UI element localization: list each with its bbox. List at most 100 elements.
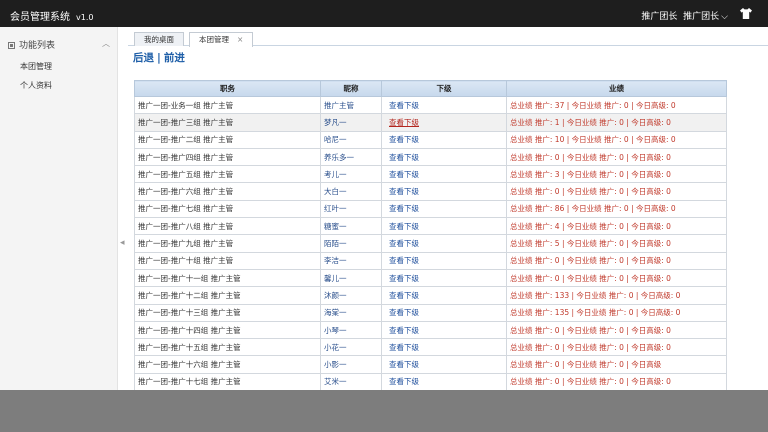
user-role-label: 推广团长	[641, 12, 678, 22]
view-subordinates-link[interactable]: 查看下级	[389, 274, 419, 283]
view-subordinates-link[interactable]: 查看下级	[389, 204, 419, 213]
view-subordinates-cell: 查看下级	[381, 303, 507, 322]
nickname-cell: 小影一	[320, 355, 382, 374]
collapse-sidebar-icon[interactable]: ◂	[120, 238, 126, 250]
view-subordinates-link[interactable]: 查看下级	[389, 170, 419, 179]
table-row: 推广一团-推广七组 推广主管 红叶一 查看下级 总业绩 推广: 86 | 今日业绩 推…	[134, 199, 727, 219]
sidebar: 功能列表 ︿ 本团管理 个人资料	[0, 27, 118, 390]
history-nav: 后退 | 前进	[133, 50, 185, 65]
role-cell: 推广一团-推广五组 推广主管	[138, 169, 234, 179]
view-subordinates-link[interactable]: 查看下级	[389, 135, 419, 144]
performance-cell: 总业绩 推广: 0 | 今日业绩 推广: 0 | 今日高级: 0	[510, 152, 671, 162]
role-cell: 推广一团-推广十一组 推广主管	[134, 268, 321, 288]
table-row: 推广一团-推广十七组 推广主管 艾米一 查看下级 总业绩 推广: 0 | 今日业绩 推…	[134, 372, 727, 392]
view-subordinates-link[interactable]: 查看下级	[389, 101, 419, 110]
nickname-cell: 梦凡一	[324, 117, 347, 127]
performance-cell: 总业绩 推广: 135 | 今日业绩 推广: 0 | 今日高级: 0	[510, 308, 681, 318]
view-subordinates-cell: 查看下级	[381, 268, 507, 288]
view-subordinates-cell: 查看下级	[381, 338, 507, 357]
role-cell: 推广一团-推广九组 推广主管	[134, 234, 321, 253]
user-dropdown-label: 推广团长	[683, 12, 720, 22]
nickname-cell: 大白一	[320, 182, 382, 201]
view-subordinates-link[interactable]: 查看下级	[389, 222, 419, 231]
sidebar-heading[interactable]: 功能列表 ︿	[8, 38, 112, 52]
forward-link[interactable]: 前进	[164, 52, 185, 64]
view-subordinates-cell: 查看下级	[381, 320, 507, 340]
performance-cell: 总业绩 推广: 0 | 今日业绩 推广: 0 | 今日高级: 0	[510, 325, 671, 335]
table-row: 推广一团-推广十一组 推广主管 馨儿一 查看下级 总业绩 推广: 0 | 今日业绩 推…	[134, 268, 727, 288]
nickname-cell: 沐颜一	[320, 286, 382, 305]
nickname-cell: 大白一	[324, 187, 347, 197]
performance-cell: 总业绩 推广: 0 | 今日业绩 推广: 0 | 今日高级: 0	[506, 372, 727, 392]
role-cell: 推广一团-推广十二组 推广主管	[138, 290, 241, 300]
table-row: 推广一团-推广十六组 推广主管 小影一 查看下级 总业绩 推广: 0 | 今日业绩 推…	[134, 355, 727, 374]
sidebar-item-team-management[interactable]: 本团管理	[20, 61, 52, 72]
nickname-cell: 红叶一	[320, 199, 382, 219]
nickname-cell: 沐颜一	[324, 290, 347, 300]
role-cell: 推广一团-推广七组 推广主管	[134, 199, 321, 219]
table-row: 推广一团-推广十五组 推广主管 小花一 查看下级 总业绩 推广: 0 | 今日业绩 推…	[134, 338, 727, 357]
role-cell: 推广一团-推广十七组 推广主管	[134, 372, 321, 392]
performance-cell: 总业绩 推广: 1 | 今日业绩 推广: 0 | 今日高级: 0	[506, 113, 727, 132]
role-cell: 推广一团-推广八组 推广主管	[134, 217, 321, 236]
role-cell: 推广一团-业务一组 推广主管	[134, 95, 321, 115]
role-cell: 推广一团-推广十一组 推广主管	[138, 273, 241, 283]
table-row: 推广一团-推广九组 推广主管 陌陌一 查看下级 总业绩 推广: 5 | 今日业绩 推广…	[134, 234, 727, 253]
view-subordinates-cell: 查看下级	[381, 355, 507, 374]
performance-cell: 总业绩 推广: 0 | 今日业绩 推广: 0 | 今日高级: 0	[506, 338, 727, 357]
performance-cell: 总业绩 推广: 3 | 今日业绩 推广: 0 | 今日高级: 0	[510, 169, 671, 179]
view-subordinates-link[interactable]: 查看下级	[389, 377, 419, 386]
close-icon[interactable]: ×	[237, 35, 243, 44]
view-subordinates-link[interactable]: 查看下级	[389, 291, 419, 300]
tab-team-management[interactable]: 本团管理 ×	[189, 32, 254, 47]
view-subordinates-link[interactable]: 查看下级	[389, 153, 419, 162]
performance-cell: 总业绩 推广: 4 | 今日业绩 推广: 0 | 今日高级: 0	[510, 221, 671, 231]
app-name: 会员管理系统	[10, 12, 70, 23]
role-cell: 推广一团-推广十组 推广主管	[138, 256, 234, 266]
nickname-cell: 馨儿一	[324, 273, 347, 283]
view-subordinates-link[interactable]: 查看下级	[389, 239, 419, 248]
role-cell: 推广一团-推广十六组 推广主管	[138, 360, 241, 370]
view-subordinates-link[interactable]: 查看下级	[389, 187, 419, 196]
performance-cell: 总业绩 推广: 0 | 今日业绩 推广: 0 | 今日高级: 0	[506, 251, 727, 270]
role-cell: 推广一团-推广十四组 推广主管	[134, 320, 321, 340]
performance-cell: 总业绩 推广: 86 | 今日业绩 推广: 0 | 今日高级: 0	[510, 204, 676, 214]
nickname-cell: 海棠一	[320, 303, 382, 322]
table-row: 推广一团-业务一组 推广主管 推广主管 查看下级 总业绩 推广: 37 | 今日业绩 …	[134, 95, 727, 115]
role-cell: 推广一团-推广四组 推广主管	[138, 152, 234, 162]
tab-my-desktop[interactable]: 我的桌面	[134, 32, 184, 46]
tshirt-icon[interactable]	[740, 8, 752, 19]
table-row: 推广一团-推广二组 推广主管 哈尼一 查看下级 总业绩 推广: 10 | 今日业绩 推…	[134, 130, 727, 149]
chevron-up-icon[interactable]: ︿	[102, 38, 110, 49]
user-menu[interactable]: 推广团长 推广团长 ⌵	[641, 9, 728, 22]
view-subordinates-link[interactable]: 查看下级	[389, 256, 419, 265]
view-subordinates-link[interactable]: 查看下级	[389, 118, 419, 127]
performance-cell: 总业绩 推广: 0 | 今日业绩 推广: 0 | 今日高级: 0	[510, 377, 671, 387]
role-cell: 推广一团-推广十三组 推广主管	[138, 308, 241, 318]
performance-cell: 总业绩 推广: 0 | 今日业绩 推广: 0 | 今日高级: 0	[510, 342, 671, 352]
view-subordinates-link[interactable]: 查看下级	[389, 360, 419, 369]
performance-cell: 总业绩 推广: 135 | 今日业绩 推广: 0 | 今日高级: 0	[506, 303, 727, 322]
view-subordinates-cell: 查看下级	[381, 130, 507, 149]
table-row: 推广一团-推广十四组 推广主管 小琴一 查看下级 总业绩 推广: 0 | 今日业绩 推…	[134, 320, 727, 340]
role-cell: 推广一团-推广十五组 推广主管	[138, 342, 241, 352]
role-cell: 推广一团-推广八组 推广主管	[138, 221, 234, 231]
back-link[interactable]: 后退	[133, 52, 154, 64]
tab-bar: 我的桌面 本团管理 ×	[128, 29, 768, 47]
nickname-cell: 小琴一	[320, 320, 382, 340]
bottom-overlay	[0, 390, 768, 432]
view-subordinates-link[interactable]: 查看下级	[389, 343, 419, 352]
performance-cell: 总业绩 推广: 0 | 今日业绩 推广: 0 | 今日高级: 0	[506, 147, 727, 167]
view-subordinates-link[interactable]: 查看下级	[389, 308, 419, 317]
nickname-cell: 李洁一	[324, 256, 347, 266]
nickname-cell: 小琴一	[324, 325, 347, 335]
table-row: 推广一团-推广六组 推广主管 大白一 查看下级 总业绩 推广: 0 | 今日业绩 推广…	[134, 182, 727, 201]
view-subordinates-cell: 查看下级	[381, 165, 507, 184]
view-subordinates-link[interactable]: 查看下级	[389, 326, 419, 335]
nickname-cell: 艾米一	[324, 377, 347, 387]
nav-separator: |	[157, 52, 161, 64]
performance-cell: 总业绩 推广: 5 | 今日业绩 推广: 0 | 今日高级: 0	[506, 234, 727, 253]
column-header-subordinates: 下级	[381, 80, 507, 97]
table-row: 推广一团-推广十二组 推广主管 沐颜一 查看下级 总业绩 推广: 133 | 今日业绩…	[134, 286, 727, 305]
sidebar-item-profile[interactable]: 个人资料	[20, 80, 52, 91]
